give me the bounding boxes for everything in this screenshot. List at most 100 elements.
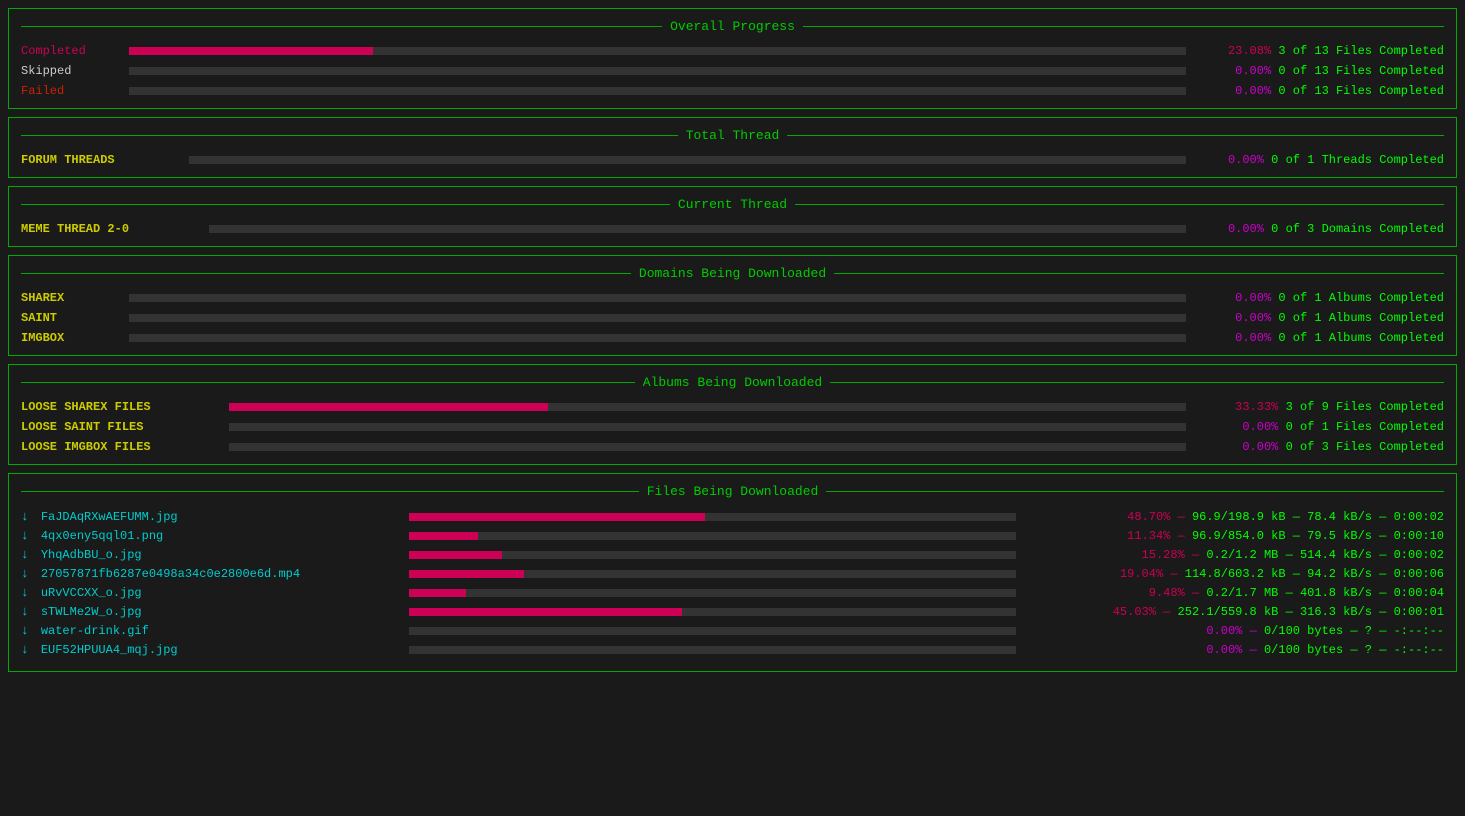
progress-label: Completed: [21, 44, 121, 58]
file-progress-bar-fill: [409, 589, 467, 597]
progress-label: SAINT: [21, 311, 121, 325]
file-progress-bar-container: [409, 646, 1016, 654]
overall-progress-section: Overall Progress Completed 23.08% 3 of 13…: [8, 8, 1457, 109]
progress-info: 0.00% 0 of 1 Albums Completed: [1194, 311, 1444, 325]
file-progress-bar-container: [409, 551, 1016, 559]
file-stats: 45.03% — 252.1/559.8 kB — 316.3 kB/s — 0…: [1024, 605, 1444, 619]
albums-rows: LOOSE SHAREX FILES 33.33% 3 of 9 Files Co…: [21, 400, 1444, 454]
progress-info: 0.00% 0 of 3 Domains Completed: [1194, 222, 1444, 236]
progress-info: 0.00% 0 of 13 Files Completed: [1194, 84, 1444, 98]
progress-info: 0.00% 0 of 13 Files Completed: [1194, 64, 1444, 78]
progress-row: LOOSE SHAREX FILES 33.33% 3 of 9 Files Co…: [21, 400, 1444, 414]
progress-bar-fill: [129, 47, 373, 55]
file-name-label: YhqAdbBU_o.jpg: [41, 548, 401, 562]
progress-label: SHAREX: [21, 291, 121, 305]
file-stats: 0.00% — 0/100 bytes — ? — -:--:--: [1024, 643, 1444, 657]
progress-bar-container: [209, 225, 1186, 233]
files-section: Files Being Downloaded ↓FaJDAqRXwAEFUMM.…: [8, 473, 1457, 672]
progress-bar-container: [129, 87, 1186, 95]
progress-bar-container: [229, 423, 1186, 431]
file-name-label: sTWLMe2W_o.jpg: [41, 605, 401, 619]
file-progress-row: ↓ water-drink.gif 0.00% — 0/100 bytes — ? …: [21, 623, 1444, 638]
progress-info: 23.08% 3 of 13 Files Completed: [1194, 44, 1444, 58]
file-progress-row: ↓27057871fb6287e0498a34c0e2800e6d.mp419.…: [21, 566, 1444, 581]
files-rows: ↓ FaJDAqRXwAEFUMM.jpg 48.70% — 96.9/198.9 …: [21, 509, 1444, 657]
file-stats: 11.34% — 96.9/854.0 kB — 79.5 kB/s — 0:0…: [1024, 529, 1444, 543]
progress-row: MEME THREAD 2-0 0.00% 0 of 3 Domains Comp…: [21, 222, 1444, 236]
file-name-label: EUF52HPUUA4_mqj.jpg: [41, 643, 401, 657]
file-progress-bar-container: [409, 570, 1016, 578]
file-progress-bar-fill: [409, 608, 682, 616]
file-name-label: FaJDAqRXwAEFUMM.jpg: [41, 510, 401, 524]
file-stats: 19.04% — 114.8/603.2 kB — 94.2 kB/s — 0:…: [1024, 567, 1444, 581]
domains-rows: SHAREX0.00% 0 of 1 Albums CompletedSAINT…: [21, 291, 1444, 345]
file-progress-row: ↓ YhqAdbBU_o.jpg 15.28% — 0.2/1.2 MB — 514…: [21, 547, 1444, 562]
progress-row: Completed 23.08% 3 of 13 Files Completed: [21, 44, 1444, 58]
progress-label: IMGBOX: [21, 331, 121, 345]
progress-label: LOOSE SHAREX FILES: [21, 400, 221, 414]
progress-label: MEME THREAD 2-0: [21, 222, 201, 236]
progress-bar-container: [129, 47, 1186, 55]
file-stats: 9.48% — 0.2/1.7 MB — 401.8 kB/s — 0:00:0…: [1024, 586, 1444, 600]
progress-bar-container: [129, 67, 1186, 75]
progress-bar-container: [129, 294, 1186, 302]
progress-bar-container: [229, 443, 1186, 451]
progress-info: 0.00% 0 of 3 Files Completed: [1194, 440, 1444, 454]
file-progress-bar-fill: [409, 551, 502, 559]
file-download-icon: ↓: [21, 566, 29, 581]
progress-label: FORUM THREADS: [21, 153, 181, 167]
progress-bar-container: [189, 156, 1186, 164]
file-progress-bar-container: [409, 589, 1016, 597]
file-download-icon: ↓: [21, 642, 29, 657]
progress-bar-container: [229, 403, 1186, 411]
file-download-icon: ↓: [21, 509, 29, 524]
progress-row: Skipped 0.00% 0 of 13 Files Completed: [21, 64, 1444, 78]
file-name-label: 4qx0eny5qql01.png: [41, 529, 401, 543]
domains-section: Domains Being Downloaded SHAREX 0.00% 0 o…: [8, 255, 1457, 356]
total-thread-section: Total Thread FORUM THREADS 0.00% 0 of 1 T…: [8, 117, 1457, 178]
progress-row: IMGBOX 0.00% 0 of 1 Albums Completed: [21, 331, 1444, 345]
file-name-label: uRvVCCXX_o.jpg: [41, 586, 401, 600]
progress-row: LOOSE SAINT FILES0.00% 0 of 1 Files Comp…: [21, 420, 1444, 434]
file-progress-bar-container: [409, 532, 1016, 540]
file-download-icon: ↓: [21, 585, 29, 600]
progress-bar-container: [129, 334, 1186, 342]
progress-row: FORUM THREADS 0.00% 0 of 1 Threads Comple…: [21, 153, 1444, 167]
file-download-icon: ↓: [21, 528, 29, 543]
progress-label: Failed: [21, 84, 121, 98]
total-thread-rows: FORUM THREADS 0.00% 0 of 1 Threads Comple…: [21, 153, 1444, 167]
current-thread-rows: MEME THREAD 2-0 0.00% 0 of 3 Domains Comp…: [21, 222, 1444, 236]
file-progress-bar-fill: [409, 532, 478, 540]
file-stats: 0.00% — 0/100 bytes — ? — -:--:--: [1024, 624, 1444, 638]
file-progress-row: ↓ sTWLMe2W_o.jpg 45.03% — 252.1/559.8 kB —…: [21, 604, 1444, 619]
file-progress-row: ↓ uRvVCCXX_o.jpg 9.48% — 0.2/1.7 MB — 401.…: [21, 585, 1444, 600]
progress-info: 0.00% 0 of 1 Albums Completed: [1194, 331, 1444, 345]
progress-label: Skipped: [21, 64, 121, 78]
progress-row: SAINT 0.00% 0 of 1 Albums Completed: [21, 311, 1444, 325]
progress-info: 0.00% 0 of 1 Albums Completed: [1194, 291, 1444, 305]
file-name-label: water-drink.gif: [41, 624, 401, 638]
current-thread-title: Current Thread: [21, 197, 1444, 212]
overall-progress-rows: Completed 23.08% 3 of 13 Files Completed S…: [21, 44, 1444, 98]
file-download-icon: ↓: [21, 623, 29, 638]
progress-row: LOOSE IMGBOX FILES 0.00% 0 of 3 Files Com…: [21, 440, 1444, 454]
file-progress-bar-container: [409, 627, 1016, 635]
file-stats: 15.28% — 0.2/1.2 MB — 514.4 kB/s — 0:00:…: [1024, 548, 1444, 562]
total-thread-title: Total Thread: [21, 128, 1444, 143]
file-download-icon: ↓: [21, 547, 29, 562]
overall-progress-title: Overall Progress: [21, 19, 1444, 34]
file-progress-row: ↓ 4qx0eny5qql01.png 11.34% — 96.9/854.0 kB…: [21, 528, 1444, 543]
progress-row: Failed 0.00% 0 of 13 Files Completed: [21, 84, 1444, 98]
file-progress-row: ↓ FaJDAqRXwAEFUMM.jpg 48.70% — 96.9/198.9 …: [21, 509, 1444, 524]
file-progress-bar-fill: [409, 570, 525, 578]
current-thread-section: Current Thread MEME THREAD 2-0 0.00% 0 of…: [8, 186, 1457, 247]
file-stats: 48.70% — 96.9/198.9 kB — 78.4 kB/s — 0:0…: [1024, 510, 1444, 524]
file-download-icon: ↓: [21, 604, 29, 619]
albums-section: Albums Being Downloaded LOOSE SHAREX FIL…: [8, 364, 1457, 465]
domains-title: Domains Being Downloaded: [21, 266, 1444, 281]
progress-info: 0.00% 0 of 1 Threads Completed: [1194, 153, 1444, 167]
progress-label: LOOSE IMGBOX FILES: [21, 440, 221, 454]
progress-row: SHAREX 0.00% 0 of 1 Albums Completed: [21, 291, 1444, 305]
progress-info: 33.33% 3 of 9 Files Completed: [1194, 400, 1444, 414]
progress-bar-container: [129, 314, 1186, 322]
